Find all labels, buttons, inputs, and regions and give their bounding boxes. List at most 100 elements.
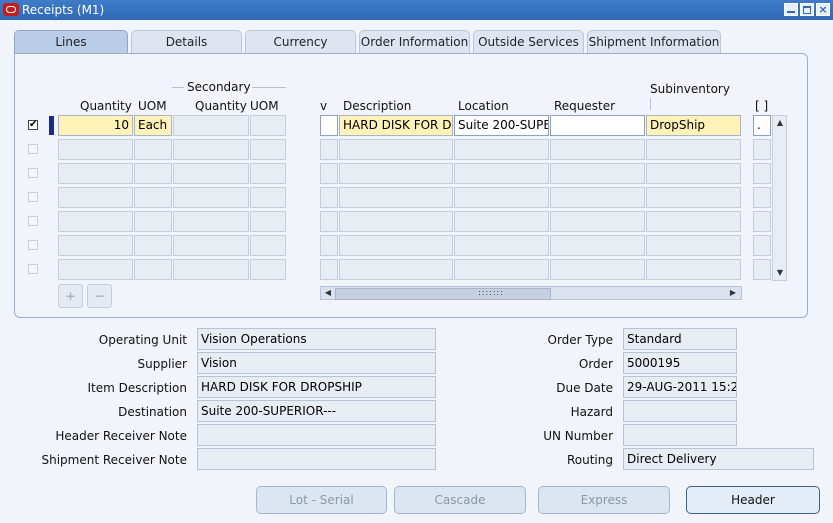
secondary-quantity-field[interactable]: [173, 139, 249, 160]
secondary-uom-field[interactable]: [250, 139, 286, 160]
secondary-quantity-field[interactable]: [173, 235, 249, 256]
due-date-field[interactable]: 29-AUG-2011 15:29:00: [623, 376, 737, 398]
secondary-quantity-field[interactable]: [173, 211, 249, 232]
scroll-left-icon[interactable]: ◀: [323, 287, 333, 299]
row-select-checkbox[interactable]: [28, 264, 38, 274]
secondary-quantity-field[interactable]: [173, 187, 249, 208]
add-row-button[interactable]: +: [58, 284, 83, 308]
quantity-field[interactable]: [58, 163, 133, 184]
uom-field[interactable]: [134, 259, 172, 280]
row-1-requester-field[interactable]: [550, 115, 645, 136]
uom-field[interactable]: [134, 211, 172, 232]
extra-field[interactable]: [753, 139, 771, 160]
row-1-select-checkbox[interactable]: ✔: [28, 120, 38, 130]
row-select-checkbox[interactable]: [28, 216, 38, 226]
destination-field[interactable]: Suite 200-SUPERIOR---: [197, 400, 436, 422]
location-field[interactable]: [454, 187, 549, 208]
subinventory-field[interactable]: [646, 163, 741, 184]
express-button[interactable]: Express: [538, 486, 670, 514]
quantity-field[interactable]: [58, 259, 133, 280]
location-field[interactable]: [454, 139, 549, 160]
row-1-description-field[interactable]: HARD DISK FOR DROPSHIP: [339, 115, 453, 136]
order-type-field[interactable]: Standard: [623, 328, 737, 350]
row-select-checkbox[interactable]: [28, 144, 38, 154]
extra-field[interactable]: [753, 259, 771, 280]
scroll-up-icon[interactable]: ▲: [774, 117, 786, 129]
tab-details[interactable]: Details: [131, 30, 242, 53]
description-field[interactable]: [339, 187, 453, 208]
header-button[interactable]: Header: [686, 486, 820, 514]
scroll-right-icon[interactable]: ▶: [728, 287, 738, 299]
truncated-field[interactable]: [320, 187, 338, 208]
extra-field[interactable]: [753, 211, 771, 232]
subinventory-field[interactable]: [646, 259, 741, 280]
lot-serial-button[interactable]: Lot - Serial: [256, 486, 387, 514]
row-1-extra-field[interactable]: .: [753, 115, 771, 136]
supplier-field[interactable]: Vision: [197, 352, 436, 374]
description-field[interactable]: [339, 163, 453, 184]
vertical-scrollbar[interactable]: ▲ ▼: [772, 115, 787, 281]
row-1-uom-field[interactable]: Each: [134, 115, 172, 136]
operating-unit-field[interactable]: Vision Operations: [197, 328, 436, 350]
tab-outside-services[interactable]: Outside Services: [473, 30, 584, 53]
row-1-quantity-field[interactable]: 10: [58, 115, 133, 136]
description-field[interactable]: [339, 259, 453, 280]
extra-field[interactable]: [753, 187, 771, 208]
un-number-field[interactable]: [623, 424, 737, 446]
scroll-thumb[interactable]: [335, 288, 551, 300]
requester-field[interactable]: [550, 139, 645, 160]
tab-order-information[interactable]: Order Information: [359, 30, 470, 53]
hazard-field[interactable]: [623, 400, 737, 422]
quantity-field[interactable]: [58, 187, 133, 208]
quantity-field[interactable]: [58, 139, 133, 160]
description-field[interactable]: [339, 139, 453, 160]
uom-field[interactable]: [134, 139, 172, 160]
row-1-location-field[interactable]: Suite 200-SUPERIOR---: [454, 115, 549, 136]
requester-field[interactable]: [550, 259, 645, 280]
header-receiver-note-field[interactable]: [197, 424, 436, 446]
quantity-field[interactable]: [58, 235, 133, 256]
close-button[interactable]: ×: [816, 3, 830, 16]
secondary-uom-field[interactable]: [250, 259, 286, 280]
horizontal-scrollbar[interactable]: ◀ ::::::: ▶: [320, 286, 742, 300]
order-field[interactable]: 5000195: [623, 352, 737, 374]
row-select-checkbox[interactable]: [28, 240, 38, 250]
location-field[interactable]: [454, 259, 549, 280]
location-field[interactable]: [454, 163, 549, 184]
tab-currency[interactable]: Currency: [245, 30, 356, 53]
truncated-field[interactable]: [320, 163, 338, 184]
secondary-quantity-field[interactable]: [173, 163, 249, 184]
row-1-truncated-field[interactable]: [320, 115, 338, 136]
requester-field[interactable]: [550, 163, 645, 184]
truncated-field[interactable]: [320, 211, 338, 232]
extra-field[interactable]: [753, 235, 771, 256]
row-select-checkbox[interactable]: [28, 168, 38, 178]
description-field[interactable]: [339, 211, 453, 232]
quantity-field[interactable]: [58, 211, 133, 232]
truncated-field[interactable]: [320, 139, 338, 160]
row-1-secondary-uom-field[interactable]: [250, 115, 286, 136]
location-field[interactable]: [454, 211, 549, 232]
tab-lines[interactable]: Lines: [14, 30, 128, 54]
requester-field[interactable]: [550, 211, 645, 232]
row-1-subinventory-field[interactable]: DropShip: [646, 115, 741, 136]
truncated-field[interactable]: [320, 259, 338, 280]
scroll-down-icon[interactable]: ▼: [774, 267, 786, 279]
shipment-receiver-note-field[interactable]: [197, 448, 436, 470]
description-field[interactable]: [339, 235, 453, 256]
uom-field[interactable]: [134, 163, 172, 184]
secondary-uom-field[interactable]: [250, 211, 286, 232]
secondary-uom-field[interactable]: [250, 187, 286, 208]
subinventory-field[interactable]: [646, 187, 741, 208]
requester-field[interactable]: [550, 187, 645, 208]
extra-field[interactable]: [753, 163, 771, 184]
cascade-button[interactable]: Cascade: [394, 486, 526, 514]
row-1-secondary-quantity-field[interactable]: [173, 115, 249, 136]
maximize-button[interactable]: [800, 3, 814, 16]
tab-shipment-information[interactable]: Shipment Information: [587, 30, 721, 53]
uom-field[interactable]: [134, 235, 172, 256]
subinventory-field[interactable]: [646, 211, 741, 232]
subinventory-field[interactable]: [646, 139, 741, 160]
item-description-field[interactable]: HARD DISK FOR DROPSHIP: [197, 376, 436, 398]
secondary-uom-field[interactable]: [250, 235, 286, 256]
